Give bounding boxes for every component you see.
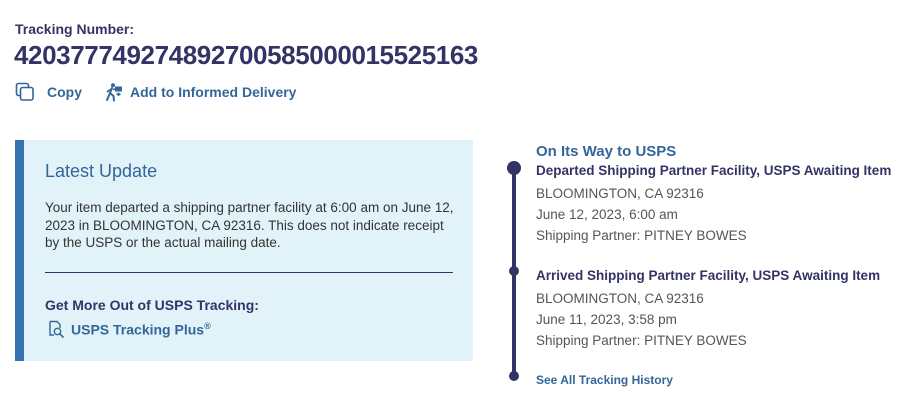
event-location: BLOOMINGTON, CA 92316: [536, 291, 704, 306]
copy-button[interactable]: Copy: [15, 80, 82, 104]
informed-delivery-icon: [104, 82, 124, 102]
see-all-tracking-history-link[interactable]: See All Tracking History: [536, 373, 673, 387]
event-partner: Shipping Partner: PITNEY BOWES: [536, 333, 747, 348]
tracking-plus-icon: [47, 320, 65, 338]
event-partner: Shipping Partner: PITNEY BOWES: [536, 228, 747, 243]
tracking-number: 420377749274892700585000015525163: [14, 40, 478, 70]
timeline-dot-history: [509, 371, 519, 381]
event-title: Arrived Shipping Partner Facility, USPS …: [536, 268, 881, 283]
event-location: BLOOMINGTON, CA 92316: [536, 186, 704, 201]
timeline-dot-current: [507, 161, 521, 175]
usps-tracking-plus-label: USPS Tracking Plus®: [71, 320, 211, 338]
copy-icon: [15, 82, 35, 102]
tracking-event: Departed Shipping Partner Facility, USPS…: [536, 162, 891, 246]
registered-mark: ®: [204, 320, 211, 331]
tracking-status-heading: On Its Way to USPS: [536, 143, 677, 160]
tracking-number-label: Tracking Number:: [15, 21, 135, 37]
event-title: Departed Shipping Partner Facility, USPS…: [536, 163, 892, 178]
latest-update-body: Your item departed a shipping partner fa…: [45, 200, 454, 251]
promo-heading: Get More Out of USPS Tracking:: [45, 297, 259, 313]
usps-tracking-plus-link[interactable]: USPS Tracking Plus®: [47, 320, 211, 338]
timeline-dot: [509, 266, 519, 276]
latest-update-panel: Latest Update Your item departed a shipp…: [15, 140, 473, 361]
add-to-informed-delivery-button[interactable]: Add to Informed Delivery: [104, 80, 296, 104]
panel-divider: [45, 272, 453, 273]
event-datetime: June 11, 2023, 3:58 pm: [536, 312, 677, 327]
event-datetime: June 12, 2023, 6:00 am: [536, 207, 678, 222]
tracking-event: Arrived Shipping Partner Facility, USPS …: [536, 267, 880, 351]
add-to-informed-delivery-label: Add to Informed Delivery: [130, 84, 297, 100]
latest-update-title: Latest Update: [45, 161, 158, 181]
copy-label: Copy: [47, 84, 82, 100]
